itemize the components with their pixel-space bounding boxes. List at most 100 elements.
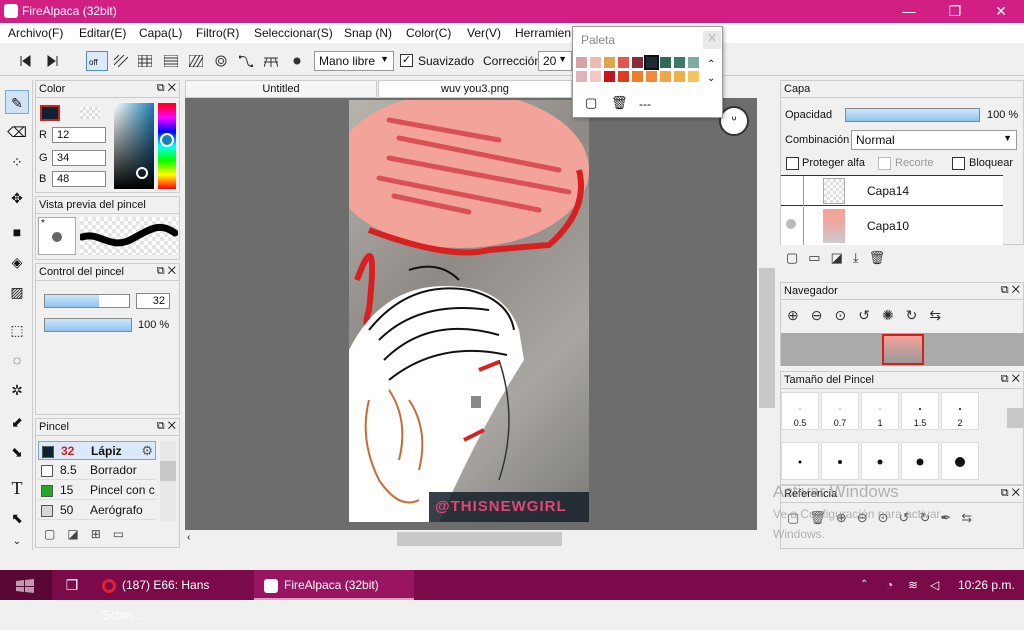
brush-item-borrador[interactable]: 8.5 Borrador: [38, 461, 156, 480]
tab-untitled[interactable]: Untitled: [185, 80, 377, 98]
palette-swatch[interactable]: [590, 57, 601, 68]
size-cell[interactable]: 2: [941, 392, 979, 430]
zoom-out-icon[interactable]: ⊖: [811, 307, 835, 323]
palette-swatch[interactable]: [576, 57, 587, 68]
size-cell[interactable]: [781, 442, 819, 480]
snap-cross-icon[interactable]: [160, 51, 182, 71]
folder-icon[interactable]: ▭: [113, 527, 136, 541]
artwork-canvas[interactable]: @THISNEWGIRL: [349, 100, 589, 522]
maximize-button[interactable]: ❐: [932, 0, 978, 23]
palette-swatch[interactable]: [590, 71, 601, 82]
snap-grid-icon[interactable]: [134, 51, 156, 71]
snap-off-button[interactable]: off: [86, 51, 108, 71]
gradient-tool-icon[interactable]: ▨: [5, 280, 29, 304]
script-brush-icon[interactable]: ⊞: [91, 527, 113, 541]
brush-item-aerografo[interactable]: 50 Aerógrafo: [38, 501, 156, 520]
select-eraser-tool-icon[interactable]: ⬊: [5, 440, 29, 464]
chevron-left-icon[interactable]: ‹: [187, 532, 190, 543]
new-palette-icon[interactable]: ▢: [585, 95, 597, 111]
trash-icon[interactable]: 🗑: [869, 250, 896, 265]
palette-swatch[interactable]: [604, 57, 615, 68]
main-color-swatch[interactable]: [40, 105, 60, 121]
palette-swatch[interactable]: [632, 57, 643, 68]
fill-rect-tool-icon[interactable]: ■: [5, 220, 29, 244]
taskbar-item-opera[interactable]: (187) E66: Hans Schm...: [94, 570, 252, 622]
panel-controls-icon[interactable]: ⧉ ✕: [157, 82, 176, 95]
brush-mode-select[interactable]: Mano libre ▼: [314, 51, 394, 71]
magic-wand-tool-icon[interactable]: ✲: [5, 378, 29, 402]
palette-swatch[interactable]: [688, 71, 699, 82]
panel-controls-icon[interactable]: ⧉ ✕: [157, 265, 176, 278]
zoom-in-icon[interactable]: ⊕: [787, 307, 811, 323]
panel-controls-icon[interactable]: ⧉ ✕: [1001, 284, 1020, 297]
trash-icon[interactable]: 🗑: [611, 95, 628, 111]
correction-select[interactable]: 20 ▼: [538, 51, 572, 71]
wifi-icon[interactable]: ≋: [908, 570, 924, 600]
snap-concentric-icon[interactable]: [210, 51, 232, 71]
eraser-tool-icon[interactable]: ⌫: [5, 120, 29, 144]
panel-controls-icon[interactable]: ⧉ ✕: [1001, 373, 1020, 386]
palette-swatch[interactable]: [646, 71, 657, 82]
more-tools-icon[interactable]: ⌄: [5, 530, 29, 554]
saturation-value-picker[interactable]: [114, 103, 154, 189]
clip-checkbox[interactable]: [878, 157, 891, 170]
menu-color[interactable]: Color(C): [406, 26, 451, 40]
palette-swatch[interactable]: [688, 57, 699, 68]
layer-row[interactable]: Capa14: [781, 176, 1003, 206]
zoom-fit-icon[interactable]: ⊙: [834, 307, 858, 323]
snap-perspective-icon[interactable]: [260, 51, 282, 71]
flip-icon[interactable]: ⇆: [929, 307, 953, 323]
new-layer-icon[interactable]: ▢: [786, 250, 808, 265]
network-icon[interactable]: ◔: [886, 570, 902, 600]
layer-list-scrollbar[interactable]: [1005, 175, 1023, 241]
minimize-button[interactable]: —: [886, 0, 932, 23]
select-tool-icon[interactable]: ⬚: [5, 318, 29, 342]
palette-swatch[interactable]: [604, 71, 615, 82]
select-pen-tool-icon[interactable]: ⬋: [5, 410, 29, 434]
size-cell[interactable]: [821, 442, 859, 480]
taskbar-item-firealpaca[interactable]: FireAlpaca (32bit): [254, 570, 414, 600]
canvas-area[interactable]: @THISNEWGIRL ᐡ: [185, 98, 767, 530]
lock-checkbox[interactable]: [952, 157, 965, 170]
duplicate-brush-icon[interactable]: ◪: [67, 527, 90, 541]
palette-swatch[interactable]: [660, 57, 671, 68]
brush-list-scrollbar[interactable]: [160, 441, 176, 521]
menu-ver[interactable]: Ver(V): [467, 26, 501, 40]
eye-icon[interactable]: [786, 219, 796, 229]
navigator-viewport[interactable]: [882, 334, 924, 365]
flip-icon[interactable]: ⇆: [961, 510, 982, 525]
scroll-thumb[interactable]: [160, 461, 176, 481]
clock[interactable]: 10:26 p.m.: [958, 570, 1018, 600]
palette-swatch[interactable]: [618, 57, 629, 68]
scroll-thumb[interactable]: [1007, 408, 1023, 428]
blend-mode-select[interactable]: Normal ▼: [851, 130, 1017, 150]
canvas-vertical-scrollbar[interactable]: [757, 98, 777, 530]
new-folder-icon[interactable]: ▭: [808, 250, 830, 265]
brush-size-scrollbar[interactable]: [1007, 392, 1023, 482]
task-view-icon[interactable]: ❐: [60, 570, 84, 600]
palette-swatch[interactable]: [576, 71, 587, 82]
move-tool-icon[interactable]: ✥: [5, 186, 29, 210]
bucket-tool-icon[interactable]: ◈: [5, 250, 29, 274]
navigator-preview[interactable]: [781, 333, 1024, 366]
canvas-horizontal-scrollbar[interactable]: ‹: [185, 530, 757, 548]
snap-radial-icon[interactable]: [185, 51, 207, 71]
menu-herramientas[interactable]: Herramien: [515, 26, 571, 40]
size-cell[interactable]: [861, 442, 899, 480]
menu-snap[interactable]: Snap (N): [344, 26, 392, 40]
panel-controls-icon[interactable]: ⧉ ✕: [1001, 487, 1020, 500]
merge-layer-icon[interactable]: ⤓: [853, 250, 869, 265]
close-icon[interactable]: ✕: [703, 31, 721, 49]
menu-seleccionar[interactable]: Seleccionar(S): [254, 26, 333, 40]
palette-swatch[interactable]: [674, 71, 685, 82]
snap-point-icon[interactable]: [286, 51, 308, 71]
menu-filtro[interactable]: Filtro(R): [196, 26, 239, 40]
size-cell[interactable]: [941, 442, 979, 480]
size-cell[interactable]: 0.7: [821, 392, 859, 430]
operation-tool-icon[interactable]: ⬉: [5, 506, 29, 530]
layer-name[interactable]: Capa14: [867, 184, 909, 198]
rotate-right-icon[interactable]: ↻: [906, 307, 930, 323]
transparent-color-swatch[interactable]: [80, 107, 100, 119]
gear-icon[interactable]: ⚙: [141, 443, 153, 459]
text-tool-icon[interactable]: T: [5, 476, 29, 500]
